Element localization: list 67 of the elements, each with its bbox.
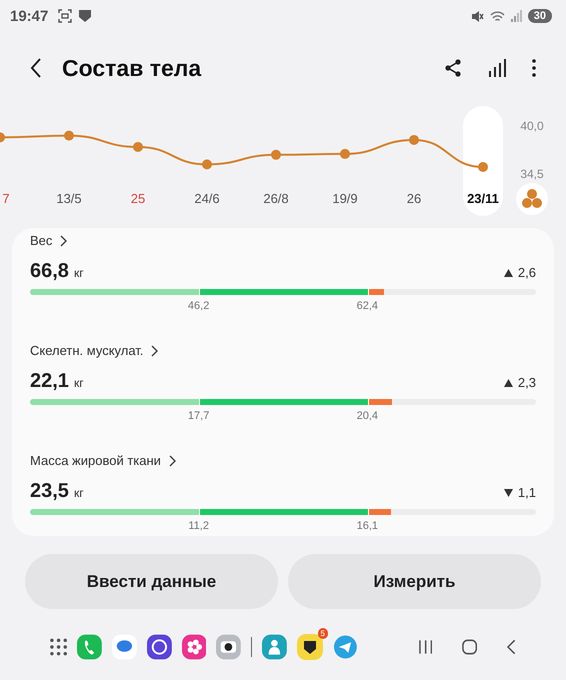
signal-icon: [510, 10, 522, 22]
metric-unit: кг: [74, 486, 84, 500]
chevron-icon: [168, 454, 177, 466]
more-options-icon[interactable]: [532, 59, 536, 77]
range-low-label: 11,2: [188, 520, 209, 532]
metric-link[interactable]: Вес: [30, 233, 68, 248]
recent-apps-icon[interactable]: [418, 640, 432, 654]
metric-change: 1,1: [518, 485, 536, 500]
metric-link[interactable]: Скелетн. мускулат.: [30, 343, 160, 358]
chevron-icon: [60, 234, 68, 246]
data-point: [133, 142, 143, 152]
x-axis-label: 25: [130, 191, 146, 206]
figure-app-icon[interactable]: [262, 634, 287, 660]
globe-icon[interactable]: [146, 634, 172, 660]
x-axis-label: 23/11: [467, 191, 499, 206]
flower-icon[interactable]: [182, 634, 206, 660]
data-point: [0, 132, 5, 142]
action-button[interactable]: Ввести данные: [25, 554, 278, 609]
range-high-label: 62,4: [356, 300, 378, 312]
wifi-icon: [490, 10, 505, 22]
phone-icon[interactable]: [77, 634, 102, 660]
metric-unit: кг: [74, 266, 84, 280]
camera-icon[interactable]: [216, 634, 242, 660]
metric-value: 66,8: [30, 260, 69, 283]
x-axis-label: 26/8: [263, 191, 289, 206]
metric-unit: кг: [74, 376, 84, 390]
range-low-label: 46,2: [188, 300, 210, 312]
range-high-label: 16,1: [356, 520, 378, 532]
clock-time: 19:47: [10, 8, 48, 24]
bar-chart-icon[interactable]: [488, 59, 506, 77]
app-grid-icon[interactable]: [50, 638, 68, 656]
x-axis-label: 24/6: [194, 191, 220, 206]
chevron-icon: [151, 344, 160, 356]
share-icon[interactable]: [444, 59, 462, 77]
chat-bubble-icon[interactable]: [112, 634, 137, 660]
data-point: [202, 159, 212, 170]
y-axis-label: 40,0: [520, 119, 544, 133]
back-nav-icon[interactable]: [507, 639, 516, 655]
x-axis-label: 7: [2, 191, 10, 206]
metric-change: 2,3: [518, 375, 536, 390]
data-point: [409, 134, 419, 145]
page-title: Состав тела: [62, 54, 202, 82]
data-point: [478, 162, 488, 172]
paper-plane-icon[interactable]: [333, 634, 358, 660]
data-point: [271, 150, 281, 160]
x-axis-label: 19/9: [332, 191, 358, 206]
x-axis-label: 13/5: [56, 191, 82, 206]
screenshot-icon: [58, 9, 72, 23]
shield-app-icon[interactable]: [297, 634, 323, 660]
data-point: [64, 130, 74, 141]
action-button[interactable]: Измерить: [288, 554, 541, 609]
back-icon[interactable]: [30, 58, 42, 78]
range-low-label: 17,7: [188, 410, 210, 422]
metric-link[interactable]: Масса жировой ткани: [30, 453, 177, 468]
metric-change: 2,6: [518, 265, 536, 280]
battery-level: 30: [528, 9, 552, 23]
body-composition-icon[interactable]: [516, 183, 548, 215]
range-high-label: 20,4: [356, 410, 378, 422]
notification-badge: 5: [318, 628, 328, 639]
mute-icon: [470, 10, 484, 22]
home-icon[interactable]: [462, 639, 478, 655]
shield-icon: [78, 9, 92, 23]
x-axis-label: 26: [406, 191, 422, 206]
metric-value: 22,1: [30, 370, 69, 393]
metric-value: 23,5: [30, 480, 69, 503]
data-point: [340, 148, 350, 159]
y-axis-label: 34,5: [520, 167, 544, 181]
